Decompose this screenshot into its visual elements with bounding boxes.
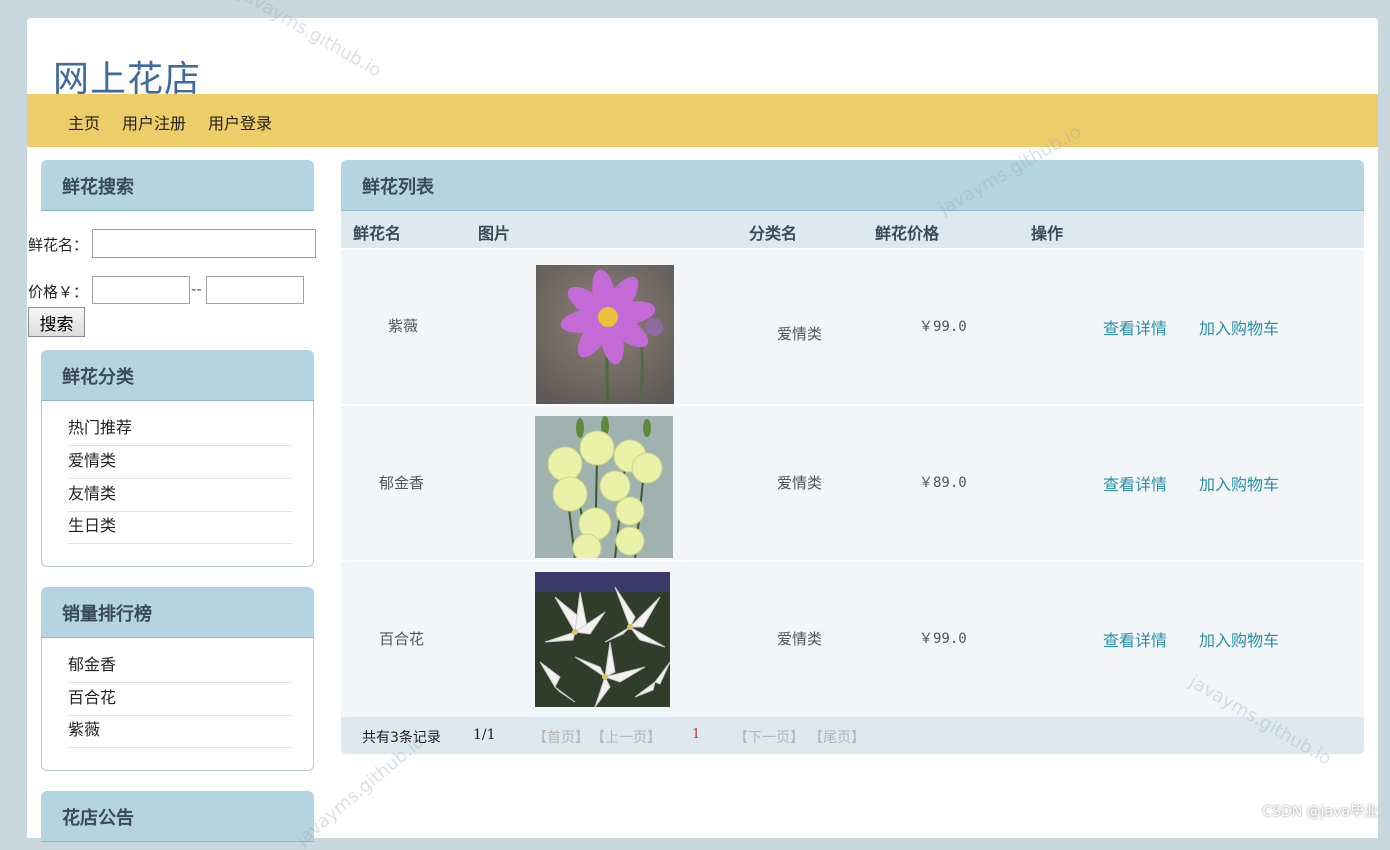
nav-home[interactable]: 主页 [68, 110, 100, 134]
last-page-link[interactable]: 【尾页】 [809, 727, 865, 747]
view-detail-link[interactable]: 查看详情 [1103, 315, 1167, 339]
ranking-list: 郁金香 百合花 紫薇 [41, 638, 314, 771]
col-price: 鲜花价格 [875, 224, 940, 243]
col-flower-name: 鲜花名 [353, 224, 402, 243]
table-row: 郁金香 爱情类 ￥89.0 查看详情 加入购物车 [341, 406, 1364, 561]
table-row: 百合花 爱情类 ￥99.0 查看详情 加入购物车 [341, 562, 1364, 718]
row-category: 爱情类 [777, 474, 823, 492]
prev-page-link[interactable]: 【上一页】 [591, 727, 661, 747]
category-item-hot[interactable]: 热门推荐 [68, 413, 292, 446]
nav-login[interactable]: 用户登录 [208, 110, 272, 134]
category-panel-header: 鲜花分类 [41, 350, 314, 401]
record-count: 共有3条记录 [362, 730, 441, 746]
ranking-item-crape-myrtle[interactable]: 紫薇 [68, 715, 292, 748]
search-button[interactable]: 搜索 [28, 307, 85, 337]
row-flower-name: 紫薇 [388, 317, 419, 335]
search-panel-title: 鲜花搜索 [62, 177, 134, 198]
row-price: ￥89.0 [919, 475, 967, 491]
ranking-panel-header: 销量排行榜 [41, 587, 314, 638]
flower-name-label: 鲜花名： [28, 236, 89, 254]
page-indicator: 1/1 [473, 727, 496, 743]
add-to-cart-link[interactable]: 加入购物车 [1199, 627, 1279, 651]
flower-list-header: 鲜花列表 [341, 160, 1364, 211]
category-item-friendship[interactable]: 友情类 [68, 479, 292, 512]
col-image: 图片 [478, 224, 511, 243]
pagination-bar: 共有3条记录 1/1 【首页】 【上一页】 1 【下一页】 【尾页】 [341, 717, 1364, 754]
ranking-panel-title: 销量排行榜 [62, 604, 152, 625]
add-to-cart-link[interactable]: 加入购物车 [1199, 315, 1279, 339]
nav-register[interactable]: 用户注册 [122, 110, 186, 134]
table-header: 鲜花名 图片 分类名 鲜花价格 操作 [341, 211, 1364, 248]
row-category: 爱情类 [777, 630, 823, 648]
flower-name-input[interactable] [92, 229, 316, 258]
pink-cosmos-flower-photo[interactable] [536, 265, 674, 404]
col-category: 分类名 [749, 224, 798, 243]
page-frame: 网上花店 主页 用户注册 用户登录 鲜花搜索 鲜花名： 价格￥： -- 搜索 鲜… [27, 18, 1378, 842]
col-actions: 操作 [1031, 224, 1064, 243]
current-page-number[interactable]: 1 [692, 727, 700, 742]
row-flower-name: 百合花 [379, 630, 425, 648]
flower-list-title: 鲜花列表 [362, 177, 434, 198]
category-panel-title: 鲜花分类 [62, 367, 134, 388]
price-separator: -- [191, 280, 202, 298]
row-category: 爱情类 [777, 325, 823, 343]
next-page-link[interactable]: 【下一页】 [734, 727, 804, 747]
search-panel-header: 鲜花搜索 [41, 160, 314, 211]
credit-watermark: CSDN @java毕业 [1262, 804, 1378, 820]
white-lily-photo[interactable] [535, 572, 670, 707]
notice-panel-header: 花店公告 [41, 791, 314, 842]
view-detail-link[interactable]: 查看详情 [1103, 471, 1167, 495]
table-row: 紫薇 爱情类 ￥99.0 查看详情 加入购物车 [341, 250, 1364, 405]
top-nav: 主页 用户注册 用户登录 [27, 94, 1378, 147]
row-flower-name: 郁金香 [379, 474, 425, 492]
flower-list-panel: 鲜花列表 鲜花名 图片 分类名 鲜花价格 操作 紫薇 爱情类 ￥99.0 查看详… [341, 160, 1364, 754]
category-list: 热门推荐 爱情类 友情类 生日类 [41, 401, 314, 567]
notice-panel-title: 花店公告 [62, 808, 134, 829]
ranking-item-lily[interactable]: 百合花 [68, 683, 292, 716]
category-item-birthday[interactable]: 生日类 [68, 511, 292, 544]
first-page-link[interactable]: 【首页】 [533, 727, 589, 747]
price-min-input[interactable] [92, 276, 190, 304]
price-max-input[interactable] [206, 276, 304, 304]
ranking-item-tulip[interactable]: 郁金香 [68, 650, 292, 683]
pale-yellow-lisianthus-photo[interactable] [535, 416, 673, 558]
price-label: 价格￥： [28, 283, 89, 301]
add-to-cart-link[interactable]: 加入购物车 [1199, 471, 1279, 495]
row-price: ￥99.0 [919, 319, 967, 335]
row-price: ￥99.0 [919, 631, 967, 647]
view-detail-link[interactable]: 查看详情 [1103, 627, 1167, 651]
category-item-love[interactable]: 爱情类 [68, 446, 292, 479]
